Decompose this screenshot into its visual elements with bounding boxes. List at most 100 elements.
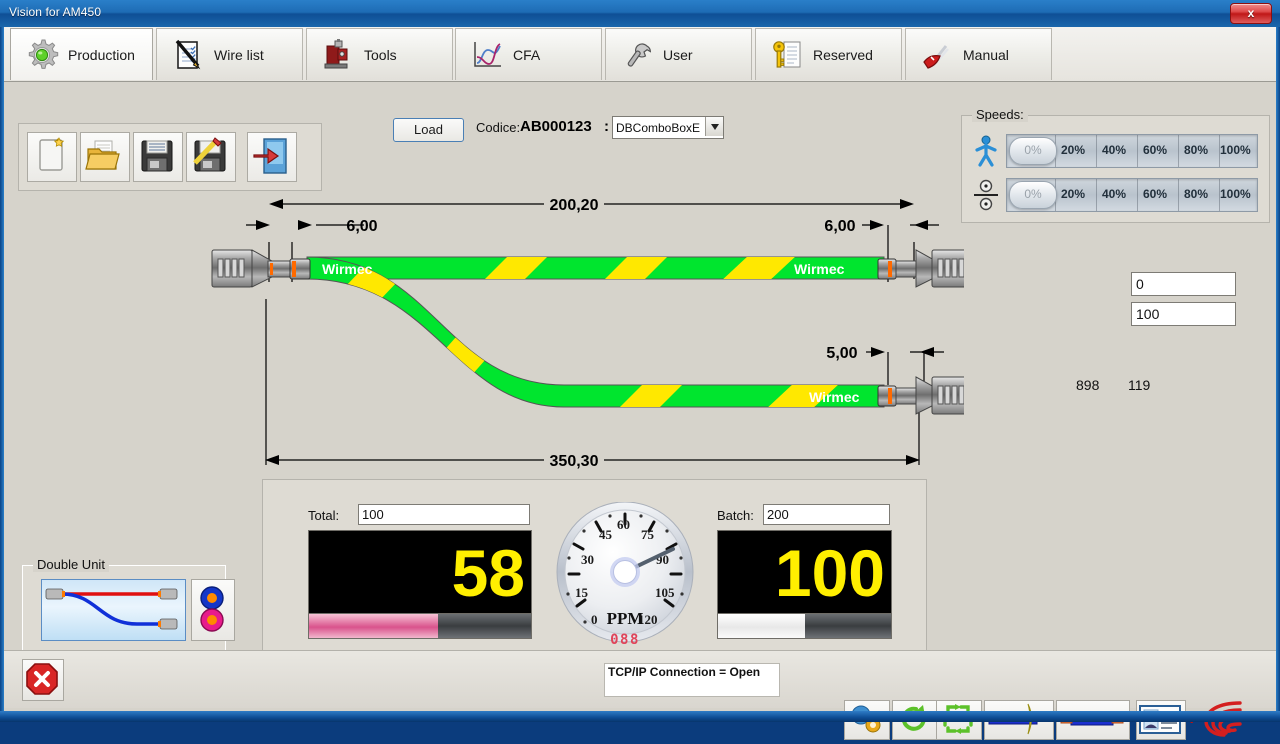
tab-wire-list[interactable]: Wire list — [156, 28, 303, 80]
tab-user[interactable]: User — [605, 28, 752, 80]
wire-brand-label-lower: Wirmec — [809, 389, 860, 405]
tab-label: Tools — [364, 47, 397, 63]
dimension-left-strip-label: 6,00 — [346, 218, 377, 235]
close-button[interactable]: x — [1230, 3, 1272, 24]
open-file-button[interactable] — [80, 132, 130, 182]
tab-reserved[interactable]: Reserved — [755, 28, 902, 80]
load-button[interactable]: Load — [393, 118, 464, 142]
batch-progress-fill — [718, 614, 805, 638]
tab-tools[interactable]: Tools — [306, 28, 453, 80]
total-count-display: 58 — [308, 530, 532, 616]
total-count-value: 58 — [452, 540, 531, 606]
double-unit-panel: Double Unit — [22, 565, 226, 655]
batch-progress-bar — [717, 613, 892, 639]
tick-60: 60% — [1143, 143, 1167, 157]
double-wire-preview[interactable] — [41, 579, 186, 641]
tab-production[interactable]: Production — [10, 28, 153, 80]
machine-press-icon — [321, 38, 355, 72]
dimension-bottom-overall — [266, 299, 919, 465]
stop-button[interactable] — [22, 659, 64, 701]
codice-value: AB000123 — [520, 118, 592, 135]
file-toolbar — [18, 123, 322, 191]
tab-label: Production — [68, 47, 135, 63]
gauge-tick-60: 60 — [617, 517, 630, 532]
title-bar: Vision for AM450 x — [0, 0, 1280, 28]
client-area: Production Wire list — [4, 27, 1276, 711]
gauge-tick-0: 0 — [591, 612, 598, 627]
tab-label: Manual — [963, 47, 1009, 63]
batch-label: Batch: — [717, 508, 754, 523]
save-button[interactable] — [133, 132, 183, 182]
new-file-button[interactable] — [27, 132, 77, 182]
ppm-gauge: 0 15 30 45 60 75 90 105 120 PPM 088 — [555, 502, 695, 657]
tick-40: 40% — [1102, 187, 1126, 201]
tick-80: 80% — [1184, 143, 1208, 157]
tab-label: CFA — [513, 47, 540, 63]
tab-label: User — [663, 47, 693, 63]
exit-button[interactable] — [247, 132, 297, 182]
operator-speed-knob[interactable]: 0% — [1009, 137, 1057, 165]
tick-20: 20% — [1061, 187, 1085, 201]
tick-20: 20% — [1061, 143, 1085, 157]
codice-combobox-value: DBComboBoxE — [613, 121, 700, 135]
window-bottom-edge — [0, 711, 1280, 722]
dimension-right-strip-label: 6,00 — [824, 218, 855, 235]
batch-count-display: 100 — [717, 530, 892, 616]
dimension-lower-strip-label: 5,00 — [826, 345, 857, 362]
wire-brand-label-left: Wirmec — [322, 261, 373, 277]
roller-speed-slider[interactable]: 20% 40% 60% 80% 100% 0% — [1006, 178, 1258, 212]
gauge-tick-30: 30 — [581, 552, 594, 567]
tab-label: Reserved — [813, 47, 873, 63]
clipboard-pencil-icon — [171, 38, 205, 72]
dimension-top-overall-label: 200,20 — [550, 197, 599, 214]
tick-100: 100% — [1220, 187, 1251, 201]
batch-count-value: 100 — [775, 540, 891, 606]
gear-green-led-icon — [25, 38, 59, 72]
roller-pair-icon — [972, 179, 1000, 211]
operator-speed-slider[interactable]: 20% 40% 60% 80% 100% 0% — [1006, 134, 1258, 168]
window-right-edge — [1276, 27, 1280, 711]
right-field-bottom[interactable]: 100 — [1131, 302, 1236, 326]
wire-brand-label-right: Wirmec — [794, 261, 845, 277]
save-as-button[interactable] — [186, 132, 236, 182]
application-window: Vision for AM450 x Production — [0, 0, 1280, 722]
swiss-army-knife-icon — [920, 38, 954, 72]
readout-left: 898 — [1076, 377, 1099, 393]
codice-separator: : — [604, 118, 609, 135]
wire-conductor — [307, 255, 884, 411]
tick-60: 60% — [1143, 187, 1167, 201]
chevron-down-icon[interactable] — [705, 117, 723, 136]
right-field-top[interactable]: 0 — [1131, 272, 1236, 296]
speeds-legend: Speeds: — [972, 107, 1028, 122]
total-progress-bar — [308, 613, 532, 639]
speed-row-roller: 20% 40% 60% 80% 100% 0% — [972, 178, 1258, 212]
dual-terminal-dots-icon[interactable] — [191, 579, 235, 641]
gauge-tick-105: 105 — [655, 585, 675, 600]
tick-80: 80% — [1184, 187, 1208, 201]
tab-cfa[interactable]: CFA — [455, 28, 602, 80]
tab-strip: Production Wire list — [4, 27, 1276, 82]
gauge-tick-15: 15 — [575, 585, 589, 600]
tick-100: 100% — [1220, 143, 1251, 157]
tab-manual[interactable]: Manual — [905, 28, 1052, 80]
batch-target-input[interactable]: 200 — [763, 504, 890, 525]
line-chart-icon — [470, 38, 504, 72]
speed-row-operator: 20% 40% 60% 80% 100% 0% — [972, 134, 1258, 168]
roller-speed-knob[interactable]: 0% — [1009, 181, 1057, 209]
codice-combobox[interactable]: DBComboBoxE — [612, 116, 724, 139]
codice-label: Codice: — [476, 120, 520, 135]
gauge-unit-label: PPM — [607, 609, 644, 628]
wire-diagram: 200,20 6,00 6,00 — [4, 187, 964, 487]
double-unit-legend: Double Unit — [33, 557, 109, 572]
terminal-right-top — [878, 250, 964, 287]
total-target-input[interactable]: 100 — [358, 504, 530, 525]
tab-label: Wire list — [214, 47, 264, 63]
window-title: Vision for AM450 — [9, 5, 101, 19]
wrench-icon — [620, 38, 654, 72]
gauge-tick-45: 45 — [599, 527, 613, 542]
tick-40: 40% — [1102, 143, 1126, 157]
total-label: Total: — [308, 508, 339, 523]
dimension-bottom-overall-label: 350,30 — [550, 453, 599, 470]
key-document-icon — [770, 38, 804, 72]
gauge-tick-75: 75 — [641, 527, 655, 542]
